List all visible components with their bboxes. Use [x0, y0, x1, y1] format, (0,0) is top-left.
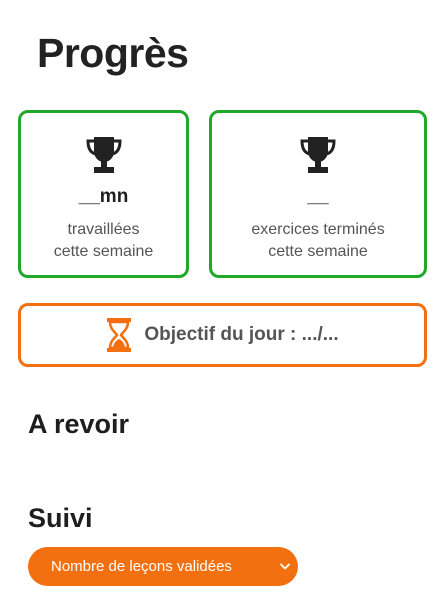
exercises-label-line1: exercices terminés — [251, 221, 385, 238]
daily-goal-card: Objectif du jour : .../... — [18, 303, 427, 367]
minutes-label-line1: travaillées — [67, 221, 140, 238]
review-section-title: A revoir — [28, 409, 130, 439]
exercises-label-line2: cette semaine — [268, 243, 368, 260]
tracking-section-title: Suivi — [28, 503, 93, 533]
page-title: Progrès — [37, 30, 189, 76]
minutes-value: __mn — [78, 186, 129, 207]
tracking-metric-selected-value: Nombre de leçons validées — [51, 558, 232, 575]
hourglass-icon — [107, 318, 132, 352]
daily-goal-text: Objectif du jour : .../... — [144, 324, 339, 345]
exercises-completed-card: __ exercices terminés cette semaine — [209, 110, 427, 278]
minutes-worked-card: __mn travaillées cette semaine — [18, 110, 189, 278]
trophy-icon — [85, 137, 122, 173]
exercises-label: exercices terminés cette semaine — [212, 219, 424, 263]
minutes-label: travaillées cette semaine — [21, 219, 186, 263]
chevron-down-icon — [280, 563, 290, 569]
exercises-value: __ — [307, 186, 329, 207]
trophy-icon — [300, 137, 336, 173]
tracking-metric-select[interactable]: Nombre de leçons validées — [28, 547, 298, 586]
minutes-label-line2: cette semaine — [53, 243, 154, 260]
